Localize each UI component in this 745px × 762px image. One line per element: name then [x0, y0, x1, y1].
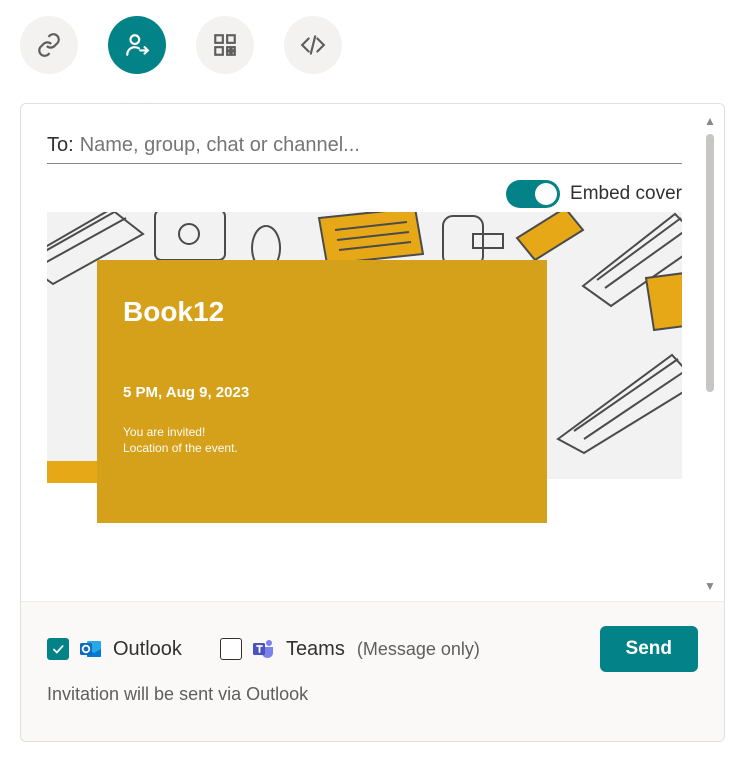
embed-cover-label: Embed cover — [570, 183, 682, 205]
teams-label: Teams — [286, 638, 345, 661]
recipient-row: To: — [47, 134, 682, 164]
tab-link[interactable] — [20, 16, 78, 74]
to-label: To: — [47, 134, 74, 157]
link-icon — [36, 32, 62, 58]
outlook-label: Outlook — [113, 638, 182, 661]
scroll-thumb[interactable] — [706, 134, 714, 392]
cover-line-1: You are invited! — [123, 425, 521, 439]
send-info-text: Invitation will be sent via Outlook — [47, 684, 698, 705]
qr-icon — [212, 32, 238, 58]
scroll-down-icon[interactable]: ▼ — [704, 579, 716, 593]
person-share-icon — [124, 32, 150, 58]
panel-footer: Outlook Teams (Message only) Send Invita… — [21, 601, 724, 741]
share-panel: To: Embed cover — [20, 103, 725, 742]
send-button[interactable]: Send — [600, 626, 698, 672]
tab-embed[interactable] — [284, 16, 342, 74]
cover-datetime: 5 PM, Aug 9, 2023 — [123, 384, 521, 401]
scroll-up-icon[interactable]: ▲ — [704, 114, 716, 128]
scrollbar[interactable]: ▲ ▼ — [702, 116, 718, 591]
send-via-row: Outlook Teams (Message only) Send — [47, 626, 698, 672]
cover-title: Book12 — [123, 296, 521, 328]
recipient-input[interactable] — [80, 134, 682, 157]
embed-cover-toggle[interactable] — [506, 180, 560, 208]
toggle-knob — [535, 183, 557, 205]
tab-row — [0, 0, 745, 74]
teams-checkbox[interactable] — [220, 638, 242, 660]
outlook-checkbox[interactable] — [47, 638, 69, 660]
cover-card: Book12 5 PM, Aug 9, 2023 You are invited… — [97, 260, 547, 523]
code-icon — [300, 32, 326, 58]
embed-cover-row: Embed cover — [47, 180, 682, 208]
cover-line-2: Location of the event. — [123, 441, 521, 455]
cover-preview: Book12 5 PM, Aug 9, 2023 You are invited… — [47, 212, 682, 557]
teams-note: (Message only) — [357, 639, 480, 660]
outlook-icon — [79, 637, 103, 661]
check-icon — [51, 642, 65, 656]
tab-people[interactable] — [108, 16, 166, 74]
tab-qr[interactable] — [196, 16, 254, 74]
teams-icon — [252, 637, 276, 661]
panel-body: To: Embed cover — [21, 104, 724, 601]
